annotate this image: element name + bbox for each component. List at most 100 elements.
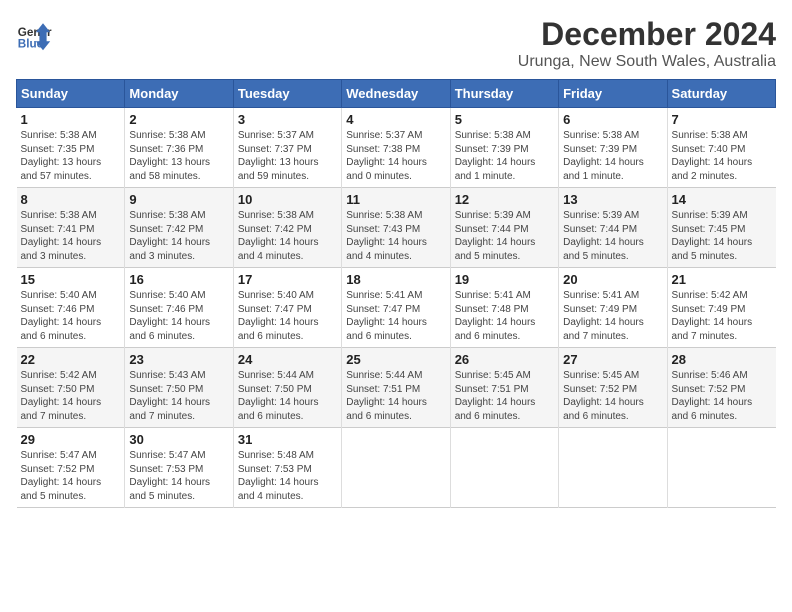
day-number: 8	[21, 192, 121, 207]
day-info: Sunrise: 5:39 AM Sunset: 7:44 PM Dayligh…	[563, 209, 662, 263]
day-number: 25	[346, 352, 445, 367]
calendar-cell: 14Sunrise: 5:39 AM Sunset: 7:45 PM Dayli…	[667, 188, 775, 268]
week-row-5: 29 Sunrise: 5:47 AM Sunset: 7:52 PM Dayli…	[17, 428, 776, 508]
day-info: Sunrise: 5:38 AM Sunset: 7:36 PM Dayligh…	[129, 129, 228, 183]
day-info: Sunrise: 5:47 AM Sunset: 7:53 PM Dayligh…	[129, 449, 228, 503]
calendar-cell: 24Sunrise: 5:44 AM Sunset: 7:50 PM Dayli…	[233, 348, 341, 428]
day-info: Sunrise: 5:40 AM Sunset: 7:46 PM Dayligh…	[129, 289, 228, 343]
day-info: Sunrise: 5:41 AM Sunset: 7:49 PM Dayligh…	[563, 289, 662, 343]
day-number: 11	[346, 192, 445, 207]
day-number: 2	[129, 112, 228, 127]
week-row-4: 22 Sunrise: 5:42 AM Sunset: 7:50 PM Dayli…	[17, 348, 776, 428]
calendar-cell	[450, 428, 558, 508]
day-info: Sunrise: 5:44 AM Sunset: 7:50 PM Dayligh…	[238, 369, 337, 423]
calendar-cell: 11 Sunrise: 5:38 AM Sunset: 7:43 PM Dayli…	[342, 188, 450, 268]
calendar-cell: 18 Sunrise: 5:41 AM Sunset: 7:47 PM Dayli…	[342, 268, 450, 348]
day-header-saturday: Saturday	[667, 80, 775, 108]
day-number: 17	[238, 272, 337, 287]
day-info: Sunrise: 5:43 AM Sunset: 7:50 PM Dayligh…	[129, 369, 228, 423]
calendar-cell	[667, 428, 775, 508]
day-info: Sunrise: 5:41 AM Sunset: 7:47 PM Dayligh…	[346, 289, 445, 343]
calendar-cell: 4 Sunrise: 5:37 AM Sunset: 7:38 PM Daylig…	[342, 108, 450, 188]
day-number: 16	[129, 272, 228, 287]
day-number: 29	[21, 432, 121, 447]
day-number: 1	[21, 112, 121, 127]
calendar-cell: 23 Sunrise: 5:43 AM Sunset: 7:50 PM Dayli…	[125, 348, 233, 428]
day-info: Sunrise: 5:41 AM Sunset: 7:48 PM Dayligh…	[455, 289, 554, 343]
day-number: 10	[238, 192, 337, 207]
day-info: Sunrise: 5:38 AM Sunset: 7:42 PM Dayligh…	[129, 209, 228, 263]
day-info: Sunrise: 5:38 AM Sunset: 7:41 PM Dayligh…	[21, 209, 121, 263]
day-info: Sunrise: 5:44 AM Sunset: 7:51 PM Dayligh…	[346, 369, 445, 423]
day-number: 23	[129, 352, 228, 367]
calendar-cell	[559, 428, 667, 508]
calendar-cell: 7 Sunrise: 5:38 AM Sunset: 7:40 PM Daylig…	[667, 108, 775, 188]
day-header-monday: Monday	[125, 80, 233, 108]
day-info: Sunrise: 5:40 AM Sunset: 7:46 PM Dayligh…	[21, 289, 121, 343]
day-info: Sunrise: 5:38 AM Sunset: 7:40 PM Dayligh…	[672, 129, 772, 183]
day-number: 28	[672, 352, 772, 367]
day-info: Sunrise: 5:38 AM Sunset: 7:43 PM Dayligh…	[346, 209, 445, 263]
day-info: Sunrise: 5:38 AM Sunset: 7:35 PM Dayligh…	[21, 129, 121, 183]
day-number: 3	[238, 112, 337, 127]
day-number: 13	[563, 192, 662, 207]
calendar-cell: 21 Sunrise: 5:42 AM Sunset: 7:49 PM Dayli…	[667, 268, 775, 348]
week-row-2: 8 Sunrise: 5:38 AM Sunset: 7:41 PM Daylig…	[17, 188, 776, 268]
calendar-cell: 31 Sunrise: 5:48 AM Sunset: 7:53 PM Dayli…	[233, 428, 341, 508]
day-info: Sunrise: 5:47 AM Sunset: 7:52 PM Dayligh…	[21, 449, 121, 503]
calendar-cell: 30Sunrise: 5:47 AM Sunset: 7:53 PM Dayli…	[125, 428, 233, 508]
day-number: 21	[672, 272, 772, 287]
day-header-friday: Friday	[559, 80, 667, 108]
calendar-cell	[342, 428, 450, 508]
day-number: 7	[672, 112, 772, 127]
day-info: Sunrise: 5:40 AM Sunset: 7:47 PM Dayligh…	[238, 289, 337, 343]
title-area: December 2024 Urunga, New South Wales, A…	[518, 16, 776, 71]
day-info: Sunrise: 5:39 AM Sunset: 7:44 PM Dayligh…	[455, 209, 554, 263]
day-number: 4	[346, 112, 445, 127]
day-info: Sunrise: 5:46 AM Sunset: 7:52 PM Dayligh…	[672, 369, 772, 423]
day-info: Sunrise: 5:42 AM Sunset: 7:49 PM Dayligh…	[672, 289, 772, 343]
calendar-cell: 13 Sunrise: 5:39 AM Sunset: 7:44 PM Dayli…	[559, 188, 667, 268]
calendar-cell: 19 Sunrise: 5:41 AM Sunset: 7:48 PM Dayli…	[450, 268, 558, 348]
week-row-3: 15 Sunrise: 5:40 AM Sunset: 7:46 PM Dayli…	[17, 268, 776, 348]
day-info: Sunrise: 5:42 AM Sunset: 7:50 PM Dayligh…	[21, 369, 121, 423]
calendar-cell: 26 Sunrise: 5:45 AM Sunset: 7:51 PM Dayli…	[450, 348, 558, 428]
calendar-cell: 3 Sunrise: 5:37 AM Sunset: 7:37 PM Daylig…	[233, 108, 341, 188]
day-info: Sunrise: 5:38 AM Sunset: 7:39 PM Dayligh…	[563, 129, 662, 183]
day-info: Sunrise: 5:37 AM Sunset: 7:37 PM Dayligh…	[238, 129, 337, 183]
calendar-cell: 16 Sunrise: 5:40 AM Sunset: 7:46 PM Dayli…	[125, 268, 233, 348]
day-number: 22	[21, 352, 121, 367]
day-number: 31	[238, 432, 337, 447]
day-header-tuesday: Tuesday	[233, 80, 341, 108]
day-number: 18	[346, 272, 445, 287]
calendar-cell: 10Sunrise: 5:38 AM Sunset: 7:42 PM Dayli…	[233, 188, 341, 268]
day-info: Sunrise: 5:45 AM Sunset: 7:51 PM Dayligh…	[455, 369, 554, 423]
day-info: Sunrise: 5:38 AM Sunset: 7:39 PM Dayligh…	[455, 129, 554, 183]
day-number: 26	[455, 352, 554, 367]
week-row-1: 1 Sunrise: 5:38 AM Sunset: 7:35 PM Daylig…	[17, 108, 776, 188]
calendar-cell: 5Sunrise: 5:38 AM Sunset: 7:39 PM Daylig…	[450, 108, 558, 188]
calendar-table: SundayMondayTuesdayWednesdayThursdayFrid…	[16, 79, 776, 508]
days-header-row: SundayMondayTuesdayWednesdayThursdayFrid…	[17, 80, 776, 108]
calendar-cell: 17 Sunrise: 5:40 AM Sunset: 7:47 PM Dayli…	[233, 268, 341, 348]
calendar-cell: 28 Sunrise: 5:46 AM Sunset: 7:52 PM Dayli…	[667, 348, 775, 428]
day-number: 9	[129, 192, 228, 207]
calendar-cell: 9 Sunrise: 5:38 AM Sunset: 7:42 PM Daylig…	[125, 188, 233, 268]
day-info: Sunrise: 5:48 AM Sunset: 7:53 PM Dayligh…	[238, 449, 337, 503]
day-info: Sunrise: 5:39 AM Sunset: 7:45 PM Dayligh…	[672, 209, 772, 263]
location-title: Urunga, New South Wales, Australia	[518, 53, 776, 71]
day-info: Sunrise: 5:37 AM Sunset: 7:38 PM Dayligh…	[346, 129, 445, 183]
calendar-cell: 15 Sunrise: 5:40 AM Sunset: 7:46 PM Dayli…	[17, 268, 125, 348]
month-title: December 2024	[518, 16, 776, 53]
day-number: 15	[21, 272, 121, 287]
header: General Blue December 2024 Urunga, New S…	[16, 16, 776, 71]
calendar-cell: 29 Sunrise: 5:47 AM Sunset: 7:52 PM Dayli…	[17, 428, 125, 508]
day-info: Sunrise: 5:45 AM Sunset: 7:52 PM Dayligh…	[563, 369, 662, 423]
calendar-cell: 6Sunrise: 5:38 AM Sunset: 7:39 PM Daylig…	[559, 108, 667, 188]
day-header-wednesday: Wednesday	[342, 80, 450, 108]
day-number: 20	[563, 272, 662, 287]
day-number: 19	[455, 272, 554, 287]
logo-icon: General Blue	[16, 16, 52, 52]
calendar-cell: 25 Sunrise: 5:44 AM Sunset: 7:51 PM Dayli…	[342, 348, 450, 428]
day-header-thursday: Thursday	[450, 80, 558, 108]
